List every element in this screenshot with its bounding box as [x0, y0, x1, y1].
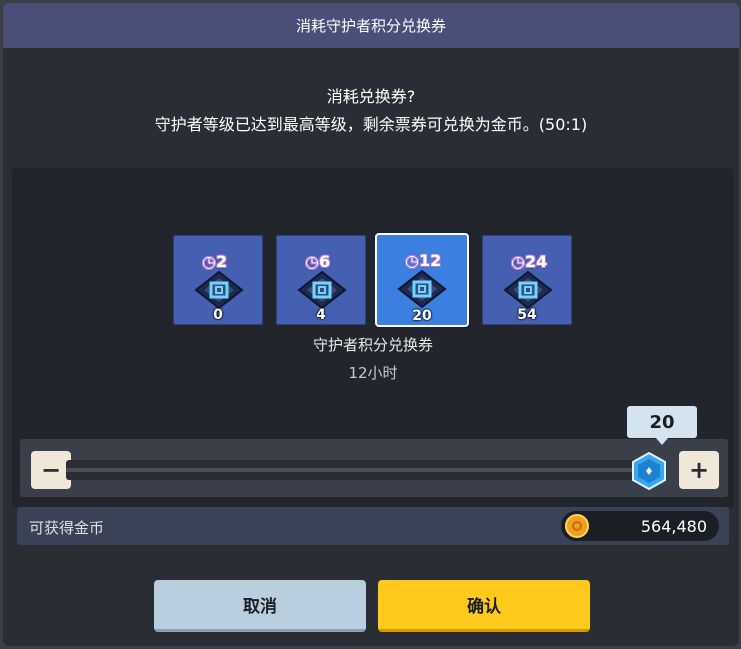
exchange-dialog: 消耗守护者积分兑换券 消耗兑换券? 守护者等级已达到最高等级，剩余票券可兑换为金…	[3, 3, 739, 646]
gold-reward-row: 可获得金币 564,480	[17, 507, 729, 545]
gold-label: 可获得金币	[29, 519, 105, 537]
ticket-duration-badge: ◷12	[405, 251, 442, 270]
gold-amount: 564,480	[561, 511, 719, 541]
coin-icon	[565, 514, 589, 538]
ticket-icon	[297, 270, 347, 310]
selected-ticket-duration: 12小时	[348, 364, 398, 382]
ticket-list: ◷2 0 ◷6 4 ◷12 20 ◷24 54	[173, 233, 573, 327]
ticket-icon	[503, 270, 553, 310]
slider-thumb[interactable]	[631, 451, 667, 491]
cancel-button[interactable]: 取消	[154, 580, 366, 632]
dialog-header: 消耗兑换券? 守护者等级已达到最高等级，剩余票券可兑换为金币。(50:1)	[3, 85, 739, 137]
ticket-duration-badge: ◷2	[202, 252, 228, 271]
ticket-item-6h[interactable]: ◷6 4	[276, 235, 366, 325]
hexagon-icon	[632, 451, 666, 491]
dialog-question: 消耗兑换券?	[326, 87, 416, 106]
ticket-icon	[397, 269, 447, 309]
ticket-duration-badge: ◷24	[511, 252, 548, 271]
dialog-description: 守护者等级已达到最高等级，剩余票券可兑换为金币。(50:1)	[154, 115, 588, 134]
ticket-count: 20	[412, 308, 432, 324]
ticket-item-24h[interactable]: ◷24 54	[482, 235, 572, 325]
selected-ticket-name: 守护者积分兑换券	[312, 336, 433, 354]
slider-value-bubble: 20	[627, 406, 697, 445]
ticket-count: 4	[316, 307, 326, 323]
slider-track[interactable]	[66, 460, 646, 480]
ticket-icon	[194, 270, 244, 310]
ticket-duration-badge: ◷6	[305, 252, 331, 271]
dialog-title: 消耗守护者积分兑换券	[3, 3, 739, 48]
ticket-item-2h[interactable]: ◷2 0	[173, 235, 263, 325]
minus-icon: −	[40, 456, 62, 484]
quantity-slider-row: − 20 +	[20, 406, 728, 497]
plus-icon: +	[688, 456, 710, 484]
increase-button[interactable]: +	[679, 451, 719, 489]
ticket-item-12h[interactable]: ◷12 20	[375, 233, 469, 327]
ticket-count: 54	[517, 307, 537, 323]
ticket-count: 0	[213, 307, 223, 323]
gold-value: 564,480	[640, 517, 707, 536]
exchange-panel: ◷2 0 ◷6 4 ◷12 20 ◷24 54 守护者积分兑换券 12小时 − …	[12, 168, 734, 545]
confirm-button[interactable]: 确认	[378, 580, 590, 632]
slider-track-line	[66, 468, 646, 472]
decrease-button[interactable]: −	[31, 451, 71, 489]
